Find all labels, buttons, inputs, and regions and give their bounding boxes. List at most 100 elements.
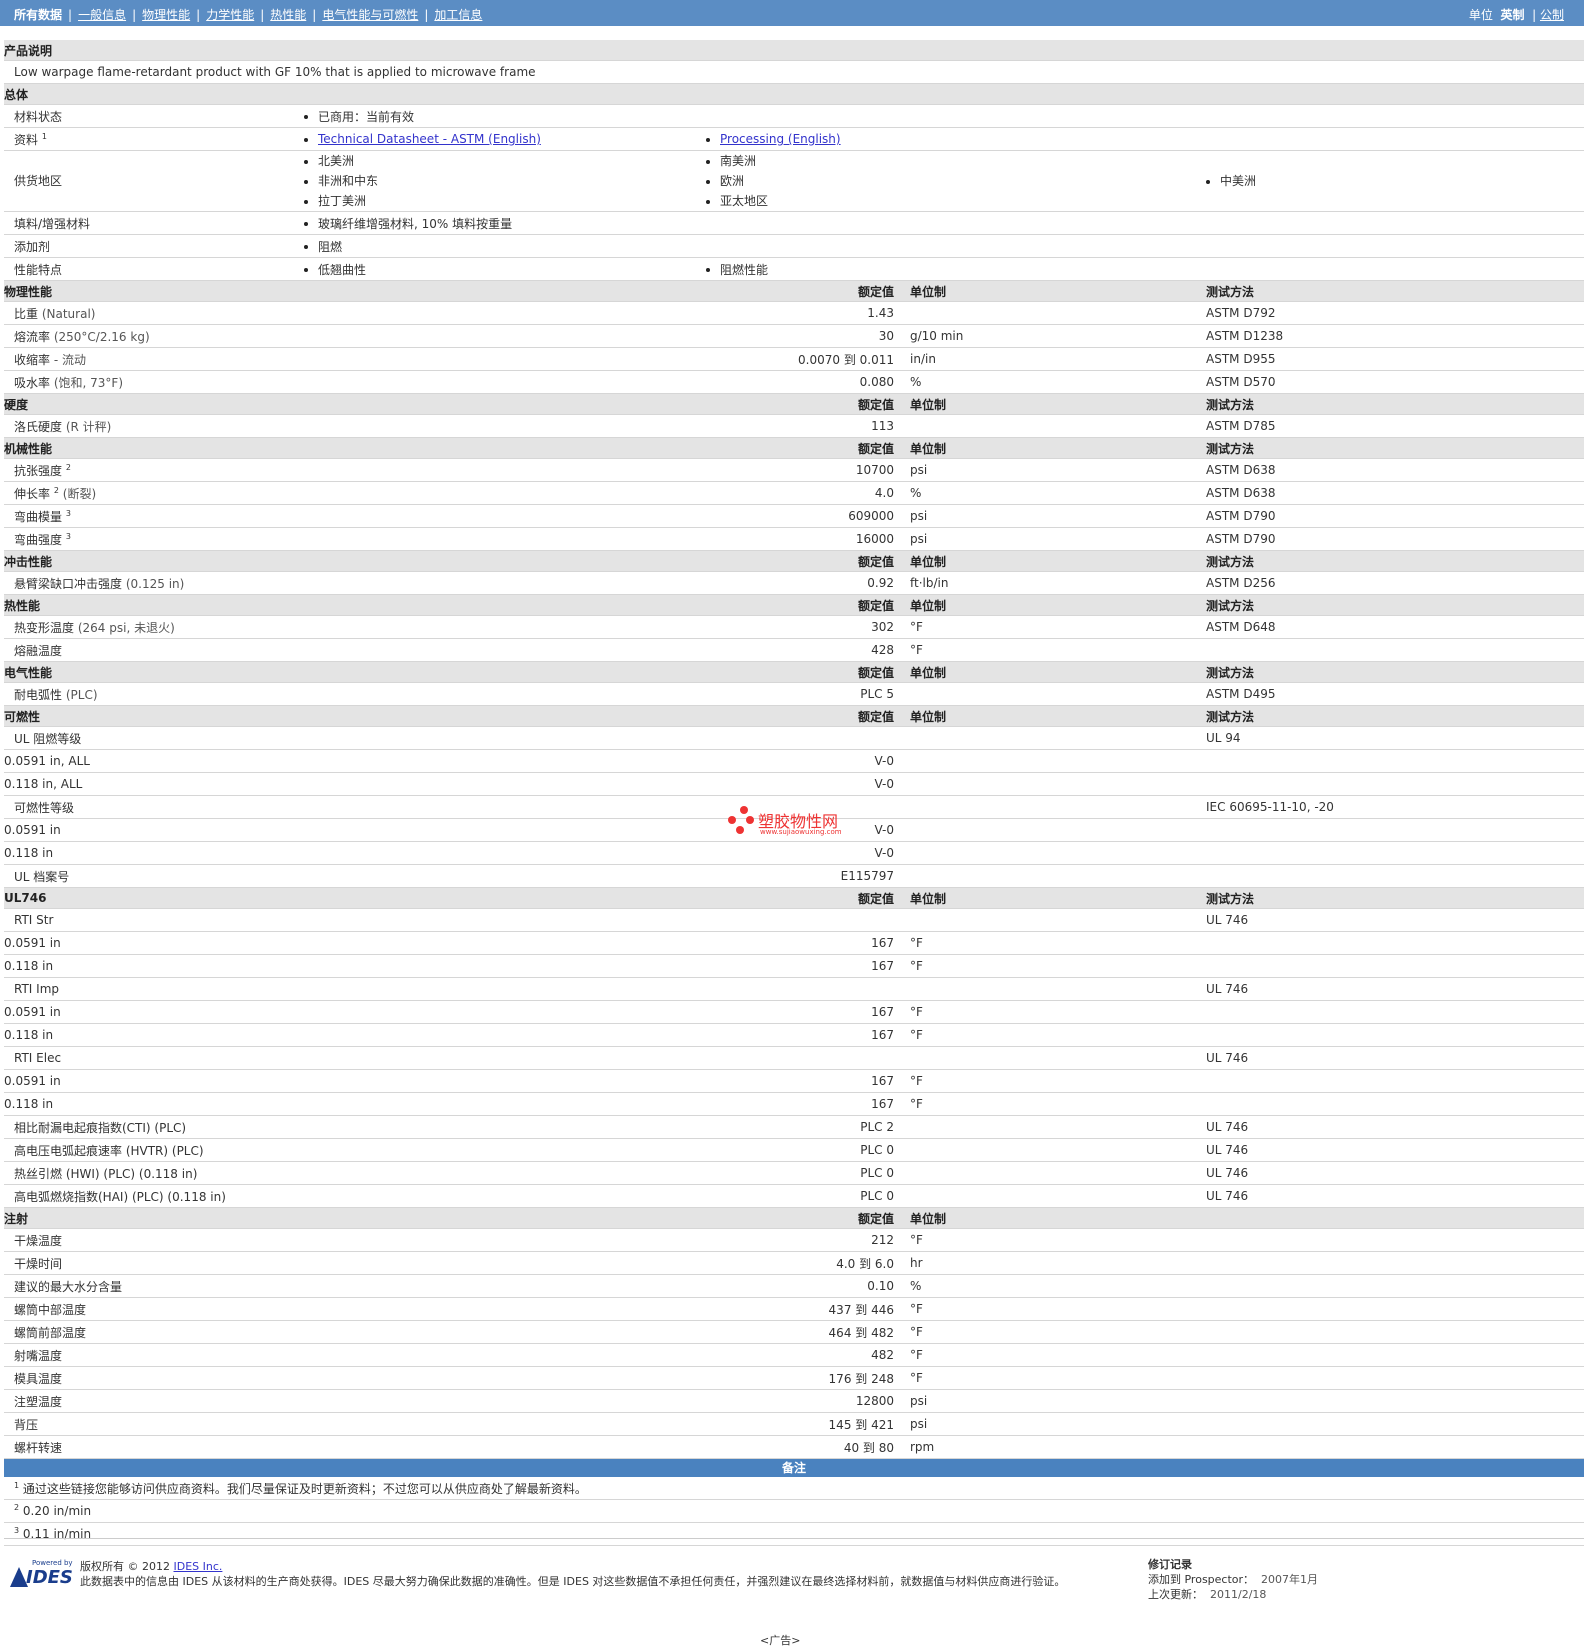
test-method	[1206, 1228, 1584, 1252]
property-unit: %	[910, 1274, 1206, 1298]
col-nominal: 额定值	[706, 594, 894, 616]
bullet-icon	[304, 268, 308, 272]
col-unit: 单位制	[910, 594, 1206, 616]
property-row: 螺筒前部温度 464 到 482 °F	[4, 1320, 1584, 1344]
property-unit: °F	[910, 1092, 1206, 1116]
product-description-row: Low warpage flame-retardant product with…	[4, 60, 1584, 84]
property-name: 干燥时间	[14, 1256, 63, 1271]
property-unit	[910, 977, 1206, 1001]
col-nominal: 额定值	[706, 437, 894, 459]
test-method: UL 746	[1206, 1184, 1584, 1208]
property-name: 收缩率	[14, 352, 51, 367]
doc-link-technical-datasheet[interactable]: Technical Datasheet - ASTM (English)	[318, 132, 541, 146]
property-unit	[910, 818, 1206, 842]
notes-table: 1 通过这些链接您能够访问供应商资料。我们尽量保证及时更新资料；不过您可以从供应…	[4, 1477, 1584, 1546]
mechanical-header: 机械性能	[4, 437, 706, 459]
property-value: 167	[706, 954, 894, 978]
nav-all-data[interactable]: 所有数据	[14, 8, 62, 22]
property-name: 0.0591 in	[4, 1005, 61, 1019]
footnote-num: 1	[14, 1480, 20, 1490]
property-value: V-0	[706, 772, 894, 796]
property-unit	[910, 726, 1206, 750]
property-condition: (264 psi, 未退火)	[77, 620, 175, 635]
property-unit	[910, 841, 1206, 865]
property-row: 高电压电弧起痕速率 (HVTR) (PLC) PLC 0 UL 746	[4, 1138, 1584, 1162]
test-method: UL 746	[1206, 1046, 1584, 1070]
property-name: 熔融温度	[14, 643, 63, 658]
property-unit: °F	[910, 1069, 1206, 1093]
section-header-injection: 注射 额定值 单位制	[4, 1207, 1584, 1229]
property-name: 抗张强度	[14, 463, 63, 478]
datasheet: 产品说明 Low warpage flame-retardant product…	[4, 40, 1584, 1546]
section-header-electrical: 电气性能 额定值 单位制 测试方法	[4, 661, 1584, 683]
property-value: PLC 0	[706, 1138, 894, 1162]
logo-text: IDES	[26, 1567, 73, 1588]
updated-value: 2011/2/18	[1210, 1588, 1267, 1601]
nav-electrical[interactable]: 电气性能与可燃性	[322, 8, 418, 22]
hardness-header: 硬度	[4, 393, 706, 415]
additive-row: 添加剂 阻燃	[4, 234, 1584, 258]
property-row: 洛氏硬度 (R 计秤) 113 ASTM D785	[4, 414, 1584, 438]
property-name: 射嘴温度	[14, 1348, 63, 1363]
property-name: 干燥温度	[14, 1233, 63, 1248]
property-row: 模具温度 176 到 248 °F	[4, 1366, 1584, 1390]
bullet-icon	[304, 222, 308, 226]
property-unit: psi	[910, 504, 1206, 528]
company-link[interactable]: IDES Inc.	[174, 1560, 223, 1573]
col-method: 测试方法	[1206, 550, 1584, 572]
property-unit: °F	[910, 615, 1206, 639]
property-value: 4.0 到 6.0	[706, 1251, 894, 1275]
doc-link-processing[interactable]: Processing (English)	[720, 132, 841, 146]
test-method: ASTM D648	[1206, 615, 1584, 639]
property-name: 0.118 in	[4, 959, 54, 973]
property-value: 0.0070 到 0.011	[706, 347, 894, 371]
property-value	[706, 908, 894, 932]
col-nominal: 额定值	[706, 1207, 894, 1229]
property-name: 比重	[14, 306, 39, 321]
property-unit: psi	[910, 527, 1206, 551]
test-method	[1206, 1092, 1584, 1116]
ides-logo: Powered by IDES	[10, 1559, 73, 1589]
nav-general[interactable]: 一般信息	[78, 8, 126, 22]
nav-physical[interactable]: 物理性能	[142, 8, 190, 22]
test-method: IEC 60695-11-10, -20	[1206, 795, 1584, 819]
property-row: 熔融温度 428 °F	[4, 638, 1584, 662]
property-name: 洛氏硬度	[14, 419, 63, 434]
note-row: 1 通过这些链接您能够访问供应商资料。我们尽量保证及时更新资料；不过您可以从供应…	[4, 1477, 1584, 1500]
property-unit	[910, 1184, 1206, 1208]
property-unit: °F	[910, 1000, 1206, 1024]
region-item: 中美洲	[1206, 171, 1584, 191]
property-unit: psi	[910, 458, 1206, 482]
datasheet-table: 产品说明 Low warpage flame-retardant product…	[4, 40, 1584, 1459]
property-unit: rpm	[910, 1435, 1206, 1459]
col-unit: 单位制	[910, 437, 1206, 459]
property-row: 0.118 in V-0	[4, 841, 1584, 865]
property-unit: °F	[910, 931, 1206, 955]
property-row: 注塑温度 12800 psi	[4, 1389, 1584, 1413]
col-nominal: 额定值	[706, 393, 894, 415]
property-value: 609000	[706, 504, 894, 528]
property-name: 0.118 in	[4, 846, 54, 860]
regions-row: 供货地区 北美洲 非洲和中东 拉丁美洲 南美洲 欧洲 亚太地区 中美洲	[4, 150, 1584, 212]
test-method	[1206, 772, 1584, 796]
property-name: 伸长率	[14, 486, 51, 501]
property-name: 螺筒中部温度	[14, 1302, 87, 1317]
nav-processing[interactable]: 加工信息	[434, 8, 482, 22]
property-row: 0.118 in 167 °F	[4, 954, 1584, 978]
property-row: 干燥时间 4.0 到 6.0 hr	[4, 1251, 1584, 1275]
property-unit: °F	[910, 954, 1206, 978]
property-value: 428	[706, 638, 894, 662]
property-name: 模具温度	[14, 1371, 63, 1386]
property-unit: °F	[910, 1297, 1206, 1321]
property-condition: (250°C/2.16 kg)	[53, 329, 150, 344]
units-metric[interactable]: 公制	[1540, 8, 1564, 22]
filler-label: 填料/增强材料	[4, 211, 304, 235]
units-english[interactable]: 英制	[1500, 8, 1524, 22]
property-row: 热变形温度 (264 psi, 未退火) 302 °F ASTM D648	[4, 615, 1584, 639]
test-method: ASTM D256	[1206, 571, 1584, 595]
nav-mechanical[interactable]: 力学性能	[206, 8, 254, 22]
property-name: 吸水率	[14, 375, 51, 390]
property-row: 热丝引燃 (HWI) (PLC) (0.118 in) PLC 0 UL 746	[4, 1161, 1584, 1185]
product-description: Low warpage flame-retardant product with…	[4, 60, 1584, 84]
nav-thermal[interactable]: 热性能	[270, 8, 306, 22]
